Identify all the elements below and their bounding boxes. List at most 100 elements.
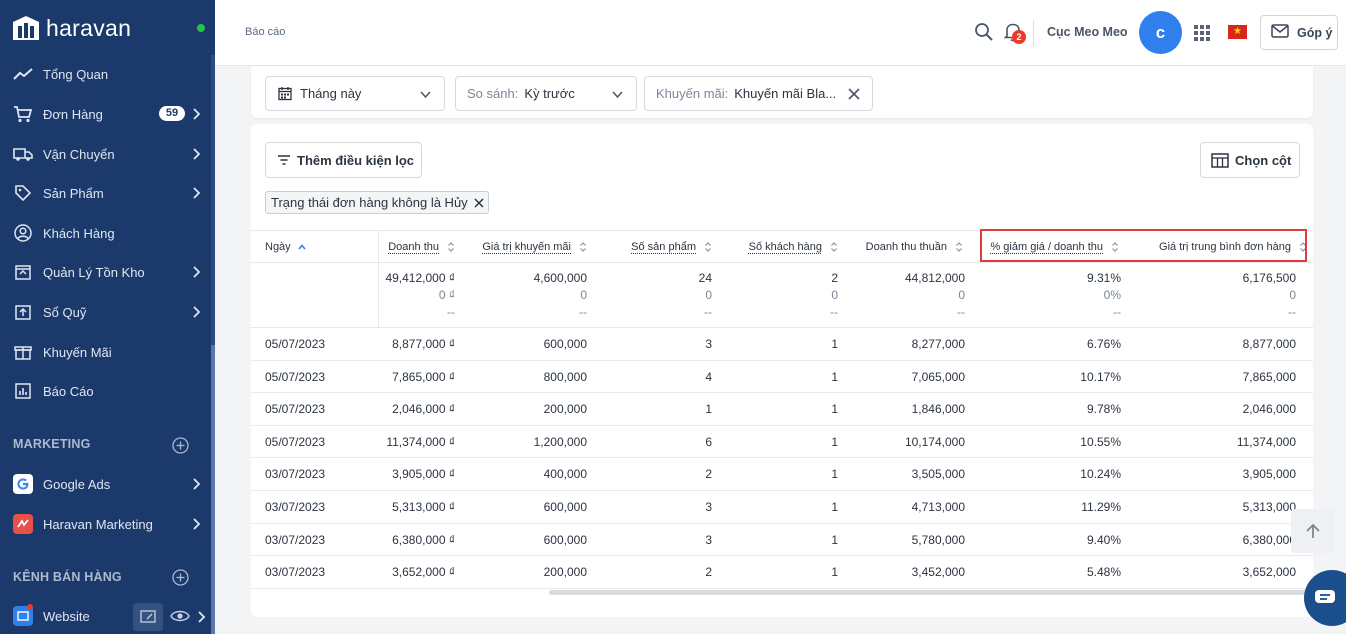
sort-icon [579, 241, 587, 253]
table-cell-net-revenue: 7,065,000 [911, 369, 965, 384]
sidebar-item-shipping[interactable]: Vận Chuyển [0, 136, 211, 172]
feedback-button[interactable]: Góp ý [1260, 15, 1338, 50]
website-edit-button[interactable] [133, 603, 163, 631]
summary-value: -- [1288, 305, 1296, 319]
sidebar-item-label: Quản Lý Tồn Kho [43, 264, 145, 280]
column-header-date[interactable]: Ngày [265, 231, 325, 262]
period-select[interactable]: Tháng này [265, 76, 445, 111]
chevron-right-icon [189, 147, 203, 161]
table-cell-discount-ratio: 5.48% [1086, 565, 1121, 580]
sidebar: haravan Tổng Quan Đơn Hàng 59 Vận Chuyển… [0, 0, 215, 634]
eye-icon[interactable] [170, 609, 190, 628]
marketing-section-title: MARKETING [13, 437, 91, 451]
calendar-icon [278, 86, 292, 101]
sidebar-item-haravan-marketing[interactable]: Haravan Marketing [0, 506, 211, 542]
brand-name: haravan [46, 14, 132, 41]
add-marketing-plus-icon[interactable] [172, 437, 189, 454]
table-cell-customer-count: 1 [831, 500, 838, 514]
user-circle-icon [13, 223, 33, 243]
sidebar-item-promotions[interactable]: Khuyến Mãi [0, 334, 211, 370]
table-cell-customer-count: 1 [831, 402, 838, 417]
active-filter-chip[interactable]: Trạng thái đơn hàng không là Hủy [265, 191, 489, 214]
add-filter-button[interactable]: Thêm điều kiện lọc [265, 142, 422, 178]
summary-value: 9.31% [1086, 271, 1121, 285]
sidebar-item-cashbook[interactable]: Sổ Quỹ [0, 294, 211, 330]
chevron-right-icon[interactable] [194, 610, 208, 629]
table-cell-product-count: 3 [705, 337, 712, 351]
column-header-promotion-value[interactable]: Giá trị khuyến mãi [461, 231, 587, 262]
summary-value: -- [830, 305, 838, 319]
horizontal-scrollbar[interactable] [549, 590, 1313, 595]
columns-icon [1211, 152, 1229, 168]
table-header: Ngày Doanh thu Giá trị khuyến mãi Số sản… [251, 229, 1313, 263]
cashbook-icon [13, 302, 33, 322]
add-channel-plus-icon[interactable] [172, 569, 189, 586]
summary-cell-net-revenue: 44,812,000 0 -- [905, 270, 965, 321]
filter-icon [277, 154, 291, 166]
table-row[interactable]: 03/07/2023 3,905,000 ₫ 400,000 2 1 3,505,000 1… [251, 458, 1313, 491]
breadcrumb[interactable]: Báo cáo [245, 26, 285, 38]
close-icon[interactable] [474, 197, 484, 208]
chevron-right-icon [189, 305, 203, 319]
bar-chart-icon [13, 381, 33, 401]
scroll-to-top-button[interactable] [1291, 509, 1335, 553]
sort-icon [830, 241, 838, 253]
table-row[interactable]: 03/07/2023 5,313,000 ₫ 600,000 3 1 4,713,000 1… [251, 491, 1313, 524]
sidebar-item-label: Tổng Quan [43, 66, 109, 82]
table-row[interactable]: 05/07/2023 11,374,000 ₫ 1,200,000 6 1 10,174,… [251, 426, 1313, 459]
table-cell-customer-count: 1 [831, 532, 838, 547]
sidebar-item-inventory[interactable]: Quản Lý Tồn Kho [0, 254, 211, 290]
table-cell-customer-count: 1 [831, 337, 838, 351]
table-cell-revenue: 5,313,000 ₫ [392, 500, 455, 514]
sidebar-item-customers[interactable]: Khách Hàng [0, 215, 211, 251]
table-cell-date: 03/07/2023 [265, 467, 326, 482]
choose-columns-button[interactable]: Chọn cột [1200, 142, 1300, 178]
column-header-net-revenue[interactable]: Doanh thu thuần [851, 231, 963, 262]
compare-label: So sánh: [467, 86, 519, 101]
sidebar-item-reports[interactable]: Báo Cáo [0, 373, 211, 409]
table-row[interactable]: 03/07/2023 3,652,000 ₫ 200,000 2 1 3,452,000 5… [251, 556, 1313, 589]
close-icon[interactable] [848, 88, 860, 100]
table-cell-date: 03/07/2023 [265, 500, 326, 514]
sidebar-scrollbar[interactable] [211, 55, 215, 634]
shop-name[interactable]: Cục Meo Meo [1047, 25, 1128, 39]
choose-columns-label: Chọn cột [1235, 152, 1292, 168]
table-cell-discount-ratio: 9.78% [1086, 402, 1121, 417]
table-row[interactable]: 05/07/2023 2,046,000 ₫ 200,000 1 1 1,846,000 9… [251, 393, 1313, 426]
avatar[interactable]: c [1139, 11, 1182, 54]
table-cell-date: 05/07/2023 [265, 369, 326, 384]
column-header-product-count[interactable]: Số sản phẩm [611, 231, 712, 262]
sidebar-item-label: Khách Hàng [43, 225, 115, 241]
search-icon[interactable] [974, 22, 994, 47]
sidebar-scrollbar-thumb[interactable] [211, 345, 215, 634]
column-header-customer-count[interactable]: Số khách hàng [731, 231, 838, 262]
summary-value: -- [1113, 305, 1121, 319]
promotion-select[interactable]: Khuyến mãi: Khuyến mãi Bla... [644, 76, 873, 111]
vietnam-flag-icon[interactable]: ★ [1228, 25, 1247, 39]
truck-icon [13, 144, 33, 164]
column-header-revenue[interactable]: Doanh thu [381, 231, 455, 262]
table-row[interactable]: 05/07/2023 8,877,000 ₫ 600,000 3 1 8,277,000 6… [251, 328, 1313, 361]
table-row[interactable]: 03/07/2023 6,380,000 ₫ 600,000 3 1 5,780,000 9… [251, 524, 1313, 557]
summary-value: 0 [958, 288, 965, 302]
avatar-letter: c [1155, 22, 1166, 42]
chat-button[interactable] [1304, 570, 1346, 626]
summary-cell-promotion-value: 4,600,000 0 -- [534, 270, 587, 321]
chevron-right-icon [189, 107, 203, 121]
sidebar-item-orders[interactable]: Đơn Hàng 59 [0, 96, 211, 132]
sidebar-item-google-ads[interactable]: Google Ads [0, 466, 211, 502]
app-grid-icon[interactable] [1193, 24, 1211, 47]
brand-logo[interactable]: haravan [10, 14, 131, 42]
sidebar-item-label: Sản Phẩm [43, 185, 104, 201]
summary-cell-product-count: 24 0 -- [699, 270, 712, 321]
sidebar-item-products[interactable]: Sản Phẩm [0, 175, 211, 211]
compare-select[interactable]: So sánh: Kỳ trước [455, 76, 637, 111]
table-row[interactable]: 05/07/2023 7,865,000 ₫ 800,000 4 1 7,065,000 1… [251, 361, 1313, 394]
report-table-card: Thêm điều kiện lọc Chọn cột Trạng thái đ… [251, 124, 1313, 617]
summary-value: -- [704, 305, 712, 319]
table-cell-revenue: 6,380,000 ₫ [392, 532, 455, 547]
table-cell-customer-count: 1 [831, 565, 838, 580]
table-cell-promotion-value: 800,000 [543, 369, 587, 384]
promotion-value: Khuyến mãi Bla... [734, 86, 837, 101]
sidebar-item-overview[interactable]: Tổng Quan [0, 56, 211, 92]
